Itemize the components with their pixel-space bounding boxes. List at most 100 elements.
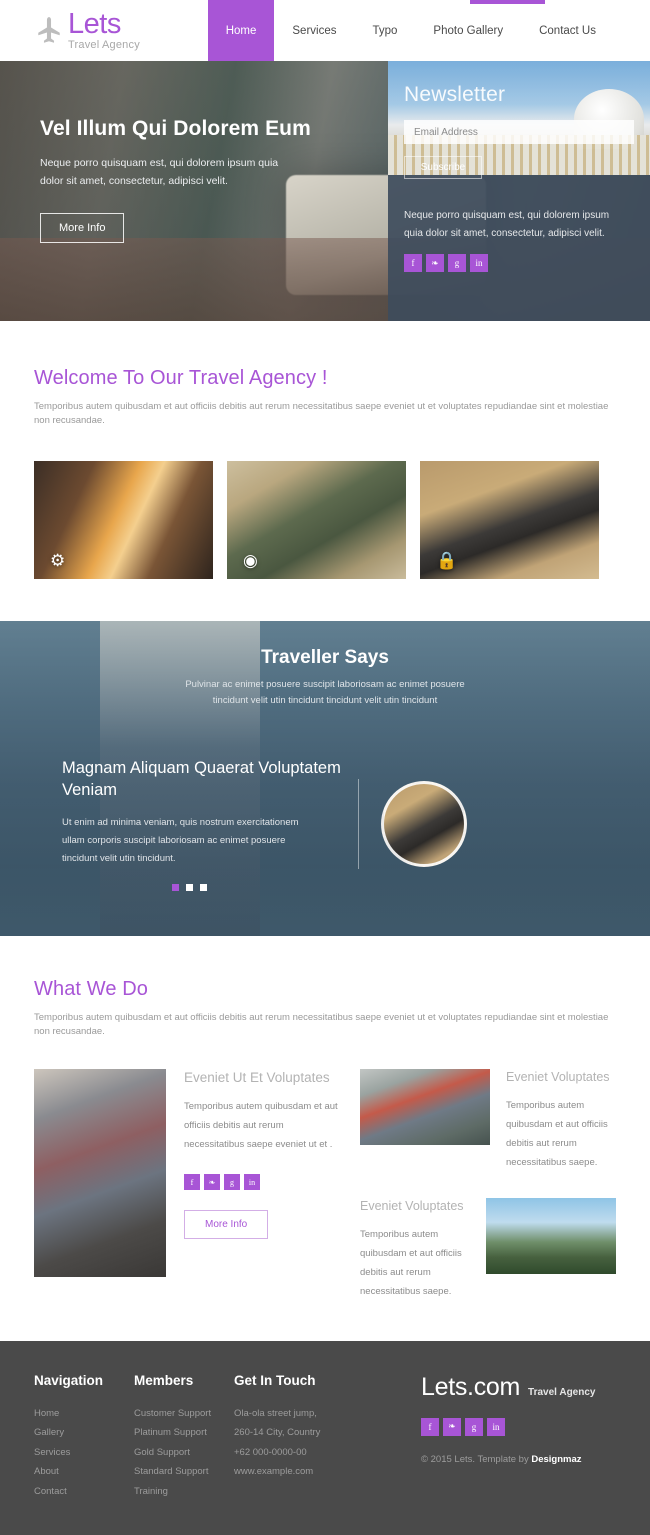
footer-link-services[interactable]: Services <box>34 1443 134 1462</box>
testimonial-quote-title: Magnam Aliquam Quaerat Voluptatem Veniam <box>62 758 341 800</box>
what-we-do-side-blocks: Eveniet Voluptates Temporibus autem quib… <box>360 1069 616 1301</box>
facebook-icon[interactable]: f <box>421 1417 439 1436</box>
facebook-icon[interactable]: f <box>184 1174 200 1191</box>
newsletter-email-input[interactable] <box>404 120 634 144</box>
linkedin-icon[interactable]: in <box>470 254 488 272</box>
carousel-dot-2[interactable] <box>185 884 193 892</box>
footer-link-home[interactable]: Home <box>34 1404 134 1423</box>
mountain-hiker-photo <box>486 1197 616 1274</box>
footer-link-training[interactable]: Training <box>134 1482 234 1501</box>
footer-social-links: f ❧ g in <box>421 1417 616 1436</box>
what-we-do-item-1-paragraph: Temporibus autem quibusdam et aut offici… <box>506 1099 608 1168</box>
hero-title: Vel Illum Qui Dolorem Eum <box>40 117 311 140</box>
carousel-dot-3[interactable] <box>199 884 207 892</box>
footer-phone: +62 000-0000-00 <box>234 1446 307 1458</box>
site-footer: Navigation Home Gallery Services About C… <box>0 1340 650 1535</box>
footer-brand-name: Lets.com <box>421 1372 521 1401</box>
footer-copyright: © 2015 Lets. Template by Designmaz <box>421 1454 616 1465</box>
footer-brand-column: Lets.com Travel Agency f ❧ g in © 2015 L… <box>421 1373 616 1501</box>
footer-link-standard-support[interactable]: Standard Support <box>134 1462 234 1481</box>
linkedin-icon[interactable]: in <box>487 1417 505 1436</box>
brand-text: Lets Travel Agency <box>68 10 140 51</box>
street-market-photo <box>360 1069 490 1145</box>
what-we-do-main-heading: Eveniet Ut Et Voluptates <box>184 1070 330 1085</box>
footer-navigation-column: Navigation Home Gallery Services About C… <box>34 1373 134 1501</box>
site-header: Lets Travel Agency Home Services Typo Ph… <box>0 0 650 61</box>
what-we-do-social-links: f ❧ g in <box>184 1174 340 1191</box>
hero-banner: Vel Illum Qui Dolorem Eum Neque porro qu… <box>0 61 650 321</box>
eye-icon: ◉ <box>243 550 258 570</box>
facebook-icon[interactable]: f <box>404 254 422 272</box>
twitter-icon[interactable]: ❧ <box>204 1174 220 1191</box>
what-we-do-item-1-text: Eveniet Voluptates Temporibus autem quib… <box>506 1069 616 1172</box>
what-we-do-item-2-heading: Eveniet Voluptates <box>360 1198 464 1213</box>
what-we-do-main-text: Eveniet Ut Et Voluptates Temporibus aute… <box>184 1069 340 1301</box>
google-plus-icon[interactable]: g <box>224 1174 240 1191</box>
welcome-subtitle: Temporibus autem quibusdam et aut offici… <box>34 401 609 427</box>
newsletter-subscribe-button[interactable]: Subscribe <box>404 156 482 179</box>
testimonial-avatar <box>381 781 467 868</box>
what-we-do-grid: Eveniet Ut Et Voluptates Temporibus aute… <box>34 1069 616 1301</box>
what-we-do-item-2-paragraph: Temporibus autem quibusdam et aut offici… <box>360 1228 462 1297</box>
linkedin-icon[interactable]: in <box>244 1174 260 1191</box>
welcome-card-3[interactable]: 🔒 <box>420 460 599 579</box>
newsletter-title: Newsletter <box>404 83 506 106</box>
what-we-do-more-info-button[interactable]: More Info <box>184 1210 269 1240</box>
nav-item-photo-gallery[interactable]: Photo Gallery <box>415 0 521 61</box>
footer-address-line-2: 260-14 City, Country <box>234 1427 321 1439</box>
hero-more-info-button[interactable]: More Info <box>40 212 125 243</box>
footer-address-line-1: Ola-ola street jump, <box>234 1407 317 1419</box>
footer-link-gold-support[interactable]: Gold Support <box>134 1443 234 1462</box>
footer-contact-column: Get In Touch Ola-ola street jump, 260-14… <box>234 1373 384 1501</box>
lock-icon: 🔒 <box>436 550 458 570</box>
footer-link-gallery[interactable]: Gallery <box>34 1423 134 1442</box>
testimonial-quote: Ut enim ad minima veniam, quis nostrum e… <box>62 817 299 865</box>
testimonial-subtitle: Pulvinar ac enimet posuere suscipit labo… <box>185 678 465 706</box>
footer-link-customer-support[interactable]: Customer Support <box>134 1404 234 1423</box>
testimonial-carousel-dots <box>62 884 352 892</box>
testimonial-section: Traveller Says Pulvinar ac enimet posuer… <box>0 620 650 936</box>
twitter-icon[interactable]: ❧ <box>426 254 444 272</box>
footer-link-contact[interactable]: Contact <box>34 1482 134 1501</box>
what-we-do-subtitle: Temporibus autem quibusdam et aut offici… <box>34 1011 609 1037</box>
carousel-dot-1[interactable] <box>171 884 179 892</box>
travel-agency-landing-page: Lets Travel Agency Home Services Typo Ph… <box>0 0 650 1535</box>
newsletter-social-links: f ❧ g in <box>404 254 488 272</box>
vertical-divider <box>358 779 359 870</box>
newsletter-panel: Newsletter Subscribe Neque porro quisqua… <box>388 61 650 321</box>
hero-description: Neque porro quisquam est, qui dolorem ip… <box>40 157 279 188</box>
top-accent-bar <box>470 0 545 4</box>
welcome-cards: ⚙ ◉ 🔒 <box>34 460 616 579</box>
what-we-do-item-1: Eveniet Voluptates Temporibus autem quib… <box>360 1069 616 1172</box>
brand-tagline: Travel Agency <box>68 39 140 51</box>
gear-icon: ⚙ <box>50 550 66 570</box>
newsletter-form: Newsletter Subscribe <box>388 61 650 321</box>
footer-brand-tagline: Travel Agency <box>528 1386 596 1398</box>
welcome-card-1[interactable]: ⚙ <box>34 460 213 579</box>
footer-members-column: Members Customer Support Platinum Suppor… <box>134 1373 234 1501</box>
footer-website[interactable]: www.example.com <box>234 1462 384 1481</box>
what-we-do-main-paragraph: Temporibus autem quibusdam et aut offici… <box>184 1101 338 1151</box>
brand-logo[interactable]: Lets Travel Agency <box>0 0 140 61</box>
nav-item-home[interactable]: Home <box>207 0 275 61</box>
welcome-title: Welcome To Our Travel Agency ! <box>34 367 328 389</box>
nav-item-typo[interactable]: Typo <box>354 0 415 61</box>
nav-item-contact-us[interactable]: Contact Us <box>521 0 614 61</box>
google-plus-icon[interactable]: g <box>465 1417 483 1436</box>
footer-copyright-author: Designmaz <box>531 1453 582 1465</box>
testimonial-title: Traveller Says <box>261 646 389 668</box>
hero-content: Vel Illum Qui Dolorem Eum Neque porro qu… <box>40 117 370 243</box>
what-we-do-item-2-text: Eveniet Voluptates Temporibus autem quib… <box>360 1198 470 1301</box>
what-we-do-item-2: Eveniet Voluptates Temporibus autem quib… <box>360 1197 616 1301</box>
footer-link-platinum-support[interactable]: Platinum Support <box>134 1423 234 1442</box>
google-plus-icon[interactable]: g <box>448 254 466 272</box>
testimonial-header: Traveller Says Pulvinar ac enimet posuer… <box>0 621 650 709</box>
nav-item-services[interactable]: Services <box>274 0 354 61</box>
testimonial-body: Magnam Aliquam Quaerat Voluptatem Veniam… <box>0 709 650 892</box>
footer-link-about[interactable]: About <box>34 1462 134 1481</box>
main-navigation: Home Services Typo Photo Gallery Contact… <box>207 0 650 61</box>
twitter-icon[interactable]: ❧ <box>443 1417 461 1436</box>
airplane-icon <box>36 16 62 46</box>
welcome-card-2[interactable]: ◉ <box>227 460 406 579</box>
